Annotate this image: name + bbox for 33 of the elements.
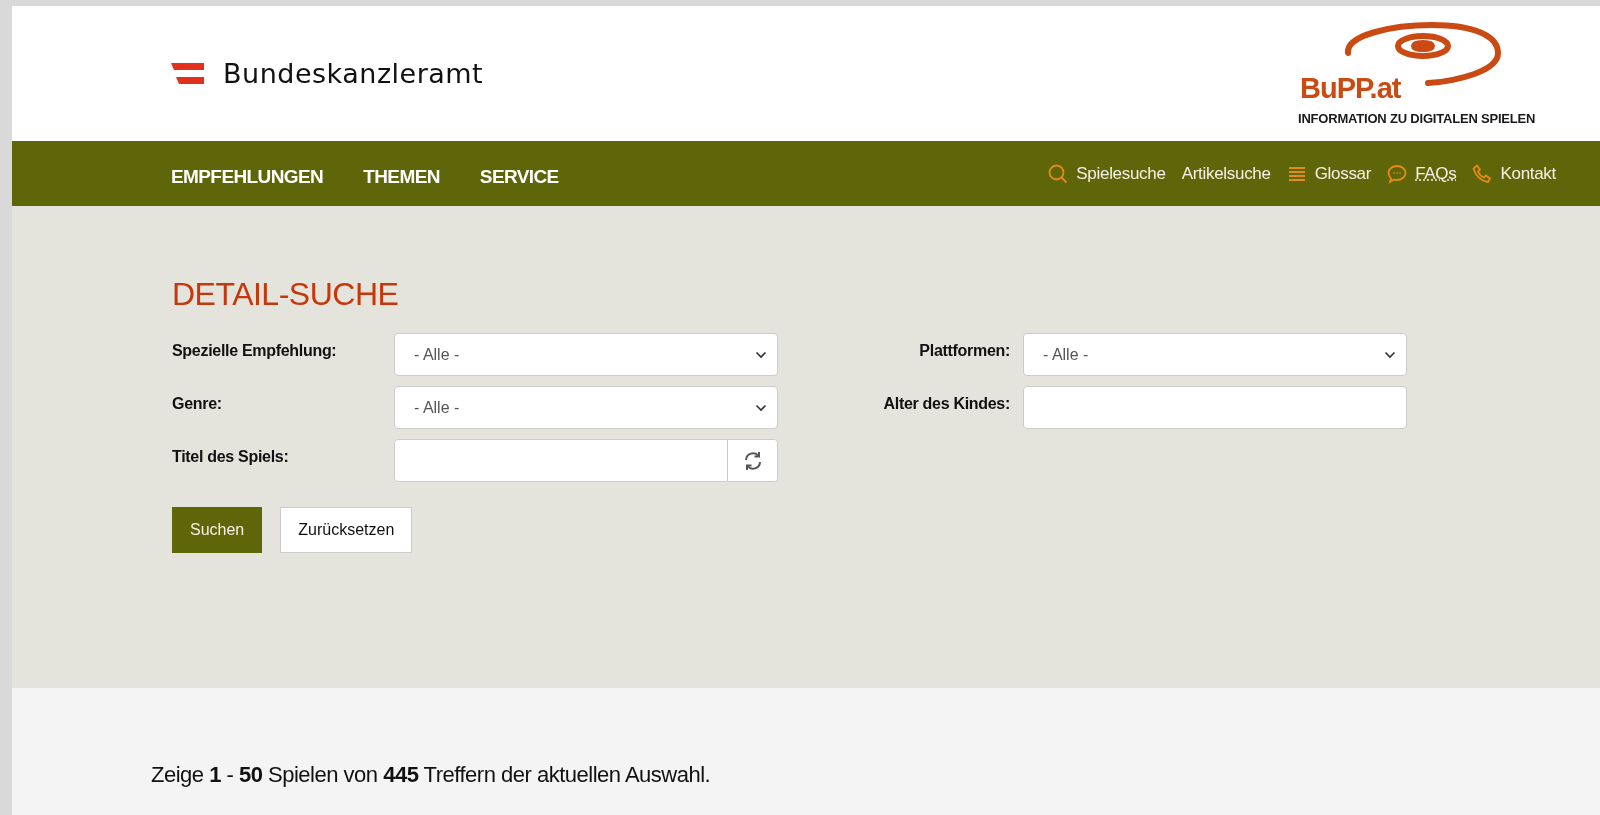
select-field[interactable]: - Alle -	[1023, 333, 1407, 376]
main-menu-link[interactable]: SERVICE	[479, 165, 559, 188]
reset-button[interactable]: Zurücksetzen	[280, 507, 413, 553]
field-label: Genre:	[172, 394, 223, 413]
field-label: Alter des Kindes:	[882, 394, 1011, 413]
brand-name: Bundeskanzleramt	[223, 58, 484, 89]
utility-link[interactable]: Spielesuche	[1048, 163, 1166, 184]
select-field[interactable]: - Alle -	[394, 386, 778, 429]
field-label: Spezielle Empfehlung:	[172, 341, 338, 360]
field-label: Titel des Spiels:	[172, 447, 290, 466]
utility-link[interactable]: Artikelsuche	[1181, 163, 1271, 184]
search-icon	[1048, 163, 1069, 184]
phone-icon	[1472, 163, 1493, 184]
select-field[interactable]: - Alle -	[394, 333, 778, 376]
caret-icon	[1384, 350, 1396, 359]
logo-tagline: INFORMATION ZU DIGITALEN SPIELEN	[1298, 111, 1537, 126]
chat-icon	[1387, 163, 1408, 184]
page-title: DETAIL-SUCHE	[172, 276, 400, 313]
utility-link[interactable]: Kontakt	[1472, 163, 1556, 184]
caret-icon	[755, 350, 767, 359]
search-button[interactable]: Suchen	[172, 507, 263, 553]
main-menu-link[interactable]: EMPFEHLUNGEN	[171, 165, 324, 188]
flag-icon	[171, 62, 205, 85]
input-field[interactable]	[394, 439, 778, 482]
input-field[interactable]	[1023, 386, 1407, 429]
results-summary: Zeige 1 - 50 Spielen von 445 Treffern der aktuellen Auswahl.	[151, 762, 712, 788]
utility-link[interactable]: Glossar	[1286, 163, 1372, 184]
field-label: Plattformen:	[918, 341, 1011, 360]
main-menu-link[interactable]: THEMEN	[363, 165, 440, 188]
utility-link[interactable]: FAQs	[1387, 163, 1457, 184]
refresh-button[interactable]	[727, 440, 777, 481]
logo-text: BuPP.at	[1300, 72, 1401, 105]
caret-icon	[755, 403, 767, 412]
